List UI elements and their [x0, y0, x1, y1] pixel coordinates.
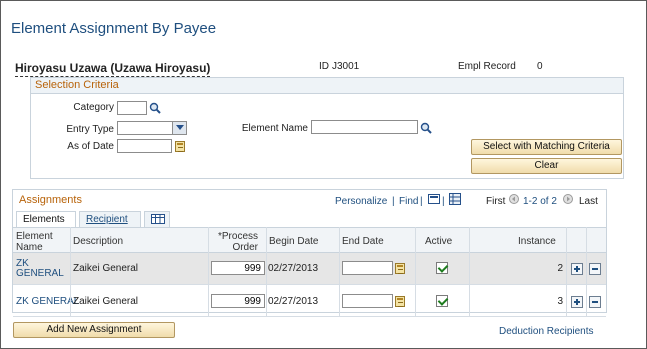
column-divider	[208, 227, 209, 317]
nav-separator: |	[392, 196, 395, 207]
description-cell: Zaikei General	[73, 296, 139, 307]
selection-criteria-title: Selection Criteria	[31, 78, 623, 94]
column-end-date: End Date	[342, 236, 384, 247]
page-frame: Element Assignment By Payee Hiroyasu Uza…	[0, 0, 647, 349]
end-date-input[interactable]	[342, 294, 393, 308]
tab-elements[interactable]: Elements	[16, 211, 76, 227]
column-divider	[339, 227, 340, 317]
begin-date-cell: 02/27/2013	[268, 296, 319, 307]
element-name-link[interactable]: ZK GENERAL	[16, 296, 79, 307]
employee-name: Hiroyasu Uzawa (Uzawa Hiroyasu)	[15, 61, 211, 77]
last-label: Last	[579, 196, 598, 207]
table-row: ZK GENERAL Zaikei General 02/27/2013 3	[13, 285, 606, 317]
table-row: ZK GENERAL Zaikei General 02/27/2013 2	[13, 253, 606, 285]
column-divider	[70, 227, 71, 317]
row-range: 1-2 of 2	[523, 196, 557, 207]
entry-type-select[interactable]	[117, 121, 187, 135]
active-checkbox[interactable]	[436, 295, 448, 307]
personalize-link[interactable]: Personalize	[335, 196, 387, 207]
assignments-grid: Assignments Personalize | Find | | First…	[12, 189, 607, 317]
as-of-date-label: As of Date	[67, 141, 114, 152]
add-new-assignment-button[interactable]: Add New Assignment	[13, 322, 175, 338]
instance-cell: 3	[557, 296, 563, 307]
chevron-down-icon	[172, 122, 186, 134]
select-matching-criteria-button[interactable]: Select with Matching Criteria	[471, 139, 622, 155]
column-divider	[469, 227, 470, 317]
find-link[interactable]: Find	[399, 196, 418, 207]
assignments-title: Assignments	[19, 194, 82, 206]
deduction-recipients-link[interactable]: Deduction Recipients	[499, 326, 594, 337]
nav-separator: |	[420, 196, 423, 207]
process-order-input[interactable]	[211, 294, 265, 308]
empl-record-value: 0	[537, 61, 543, 72]
process-order-input[interactable]	[211, 261, 265, 275]
delete-row-icon[interactable]	[589, 263, 601, 275]
calendar-icon[interactable]	[175, 141, 185, 152]
column-begin-date: Begin Date	[269, 236, 319, 247]
category-input[interactable]	[117, 101, 147, 115]
column-divider	[415, 227, 416, 317]
nav-separator: |	[442, 196, 445, 207]
instance-cell: 2	[557, 263, 563, 274]
table-header: Element Name Description *Process Order …	[13, 227, 606, 253]
begin-date-cell: 02/27/2013	[268, 263, 319, 274]
page-title: Element Assignment By Payee	[11, 20, 217, 37]
column-element-name: Element Name	[16, 231, 53, 253]
show-all-columns-icon	[151, 214, 165, 224]
column-description: Description	[73, 236, 124, 247]
category-label: Category	[73, 102, 114, 113]
tab-recipient[interactable]: Recipient	[79, 211, 141, 227]
column-process-order: *Process Order	[217, 231, 258, 253]
first-label: First	[486, 196, 506, 207]
view-all-icon[interactable]	[428, 193, 440, 205]
element-name-label: Element Name	[241, 123, 308, 134]
empl-record-label: Empl Record	[458, 61, 516, 72]
clear-button[interactable]: Clear	[471, 158, 622, 174]
entry-type-label: Entry Type	[66, 124, 114, 135]
employee-id-value: J3001	[332, 61, 360, 72]
category-lookup-icon[interactable]	[149, 102, 161, 114]
calendar-icon[interactable]	[395, 296, 405, 307]
element-name-input[interactable]	[311, 120, 418, 134]
as-of-date-input[interactable]	[117, 139, 172, 153]
download-grid-icon[interactable]	[449, 193, 461, 205]
tab-show-all[interactable]	[144, 211, 170, 227]
element-name-lookup-icon[interactable]	[420, 122, 432, 134]
description-cell: Zaikei General	[73, 263, 139, 274]
previous-arrow-icon[interactable]	[509, 194, 519, 204]
column-instance: Instance	[518, 236, 556, 247]
employee-id-label: ID	[319, 61, 329, 72]
column-divider	[586, 227, 587, 317]
add-row-icon[interactable]	[571, 296, 583, 308]
active-checkbox[interactable]	[436, 262, 448, 274]
add-row-icon[interactable]	[571, 263, 583, 275]
element-name-link[interactable]: ZK GENERAL	[16, 259, 68, 279]
delete-row-icon[interactable]	[589, 296, 601, 308]
next-arrow-icon[interactable]	[563, 194, 573, 204]
column-divider	[566, 227, 567, 317]
calendar-icon[interactable]	[395, 263, 405, 274]
end-date-input[interactable]	[342, 261, 393, 275]
column-active: Active	[425, 236, 453, 247]
column-divider	[266, 227, 267, 317]
